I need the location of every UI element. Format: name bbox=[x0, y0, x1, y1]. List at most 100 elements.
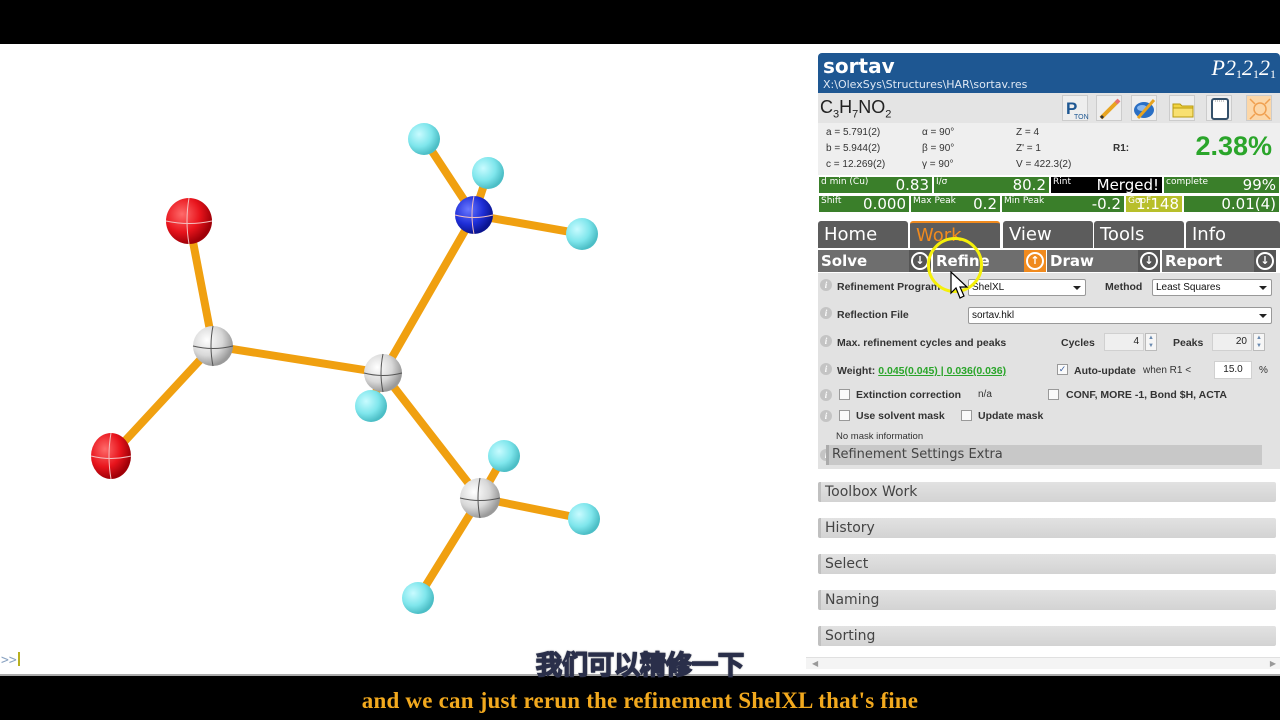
atom-N1[interactable] bbox=[455, 196, 493, 234]
gui-panel: sortav X:\OlexSys\Structures\HAR\sortav.… bbox=[806, 44, 1280, 676]
bond-C1-C2[interactable] bbox=[209, 342, 387, 377]
weight-current-link[interactable]: 0.045(0.045) bbox=[878, 365, 938, 377]
weight-suggested-link[interactable]: 0.036(0.036) bbox=[947, 365, 1007, 377]
peaks-stepper[interactable]: ▲ ▼ bbox=[1253, 333, 1265, 351]
info-icon[interactable]: i bbox=[820, 410, 832, 422]
stat-value: 0.01(4) bbox=[1221, 195, 1276, 213]
chemical-formula: C3H7NO2 bbox=[820, 97, 891, 121]
scroll-right-icon[interactable]: ▶ bbox=[1270, 659, 1276, 668]
stat-i-[interactable]: I/σ 80.2 bbox=[933, 176, 1050, 194]
platon-icon[interactable]: P TON bbox=[1062, 95, 1089, 121]
sg-digit: 2 bbox=[1225, 55, 1236, 80]
tab-tools[interactable]: Tools bbox=[1094, 221, 1184, 248]
stat-label: complete bbox=[1166, 177, 1209, 187]
stat-shift[interactable]: Shift 0.000 bbox=[818, 195, 910, 213]
weight-row: Weight: 0.045(0.045) | 0.036(0.036) bbox=[837, 365, 1006, 377]
toggle-box[interactable]: ↓ bbox=[1138, 250, 1160, 272]
peaks-input[interactable]: 20 bbox=[1212, 333, 1252, 351]
atom-H5[interactable] bbox=[488, 440, 520, 472]
info-icon[interactable]: i bbox=[820, 389, 832, 401]
atom-C1[interactable] bbox=[193, 326, 233, 366]
edit-structure-icon[interactable] bbox=[1131, 95, 1157, 121]
atom-H6[interactable] bbox=[568, 503, 600, 535]
cell-a: a = 5.791(2) bbox=[826, 127, 881, 138]
cell-z: Z = 4 bbox=[1016, 127, 1040, 138]
stat-goof[interactable]: GooF 1.148 bbox=[1125, 195, 1183, 213]
atom-H4[interactable] bbox=[355, 390, 387, 422]
section-draw[interactable]: Draw ↓ bbox=[1047, 250, 1160, 272]
refine-panel: i Refinement Program ShelXL Method Least… bbox=[818, 273, 1280, 469]
cycles-input[interactable]: 4 bbox=[1104, 333, 1144, 351]
atom-H3[interactable] bbox=[566, 218, 598, 250]
folder-icon[interactable] bbox=[1169, 95, 1195, 121]
cell-c: c = 12.269(2) bbox=[826, 159, 886, 170]
section-report[interactable]: Report ↓ bbox=[1162, 250, 1276, 272]
scroll-left-icon[interactable]: ◀ bbox=[812, 659, 818, 668]
cycles-stepper[interactable]: ▲ ▼ bbox=[1145, 333, 1157, 351]
info-icon[interactable]: i bbox=[820, 363, 832, 375]
arrow-up-circle-icon: ↑ bbox=[1026, 252, 1044, 270]
refinement-program-select[interactable]: ShelXL bbox=[968, 279, 1086, 296]
weight-label: Weight: bbox=[837, 365, 876, 377]
info-icon[interactable]: i bbox=[820, 279, 832, 291]
structure-viewer[interactable] bbox=[0, 44, 806, 676]
update-mask-checkbox[interactable] bbox=[961, 410, 972, 421]
fold-history[interactable]: History bbox=[818, 518, 1276, 538]
fold-naming[interactable]: Naming bbox=[818, 590, 1276, 610]
fold-toolbox-work[interactable]: Toolbox Work bbox=[818, 482, 1276, 502]
notepad-icon[interactable] bbox=[1206, 95, 1232, 121]
atom-O1[interactable] bbox=[166, 198, 212, 244]
fit-screen-icon[interactable] bbox=[1246, 95, 1272, 121]
atom-H2[interactable] bbox=[472, 157, 504, 189]
stat-value: 1.148 bbox=[1136, 195, 1179, 213]
bond-C2-N1[interactable] bbox=[379, 211, 478, 377]
chevron-down-icon bbox=[1259, 286, 1267, 290]
cell-parameters: a = 5.791(2) b = 5.944(2) c = 12.269(2) … bbox=[818, 123, 1280, 175]
tab-info[interactable]: Info bbox=[1186, 221, 1280, 248]
conf-checkbox[interactable] bbox=[1048, 389, 1059, 400]
info-icon[interactable]: i bbox=[820, 335, 832, 347]
tab-view[interactable]: View bbox=[1003, 221, 1093, 248]
atom-C3[interactable] bbox=[460, 478, 500, 518]
info-icon[interactable]: i bbox=[820, 307, 832, 319]
bond-O2-C1[interactable] bbox=[107, 342, 217, 460]
stat-max-peak[interactable]: Max Peak 0.2 bbox=[910, 195, 1001, 213]
toggle-box[interactable]: ↑ bbox=[1024, 250, 1046, 272]
subtitle-english: and we can just rerun the refinement She… bbox=[361, 688, 919, 713]
horizontal-scrollbar[interactable]: ◀ ▶ bbox=[806, 657, 1280, 669]
atom-O2[interactable] bbox=[91, 433, 131, 479]
refinement-settings-extra-toggle[interactable]: Refinement Settings Extra bbox=[826, 445, 1262, 465]
reflection-file-select[interactable]: sortav.hkl bbox=[968, 307, 1272, 324]
solvent-mask-checkbox[interactable] bbox=[839, 410, 850, 421]
auto-update-checkbox[interactable]: ✓ bbox=[1057, 364, 1068, 375]
auto-update-threshold-input[interactable]: 15.0 bbox=[1214, 361, 1252, 379]
atom-C2[interactable] bbox=[364, 354, 402, 392]
stat-rint[interactable]: Rint Merged! bbox=[1050, 176, 1163, 194]
extinction-checkbox[interactable] bbox=[839, 389, 850, 400]
stat-label: I/σ bbox=[936, 177, 948, 187]
fold-sorting[interactable]: Sorting bbox=[818, 626, 1276, 646]
bond-C2-C3[interactable] bbox=[379, 369, 484, 502]
chevron-down-icon bbox=[1073, 286, 1081, 290]
atom-H1[interactable] bbox=[408, 123, 440, 155]
stat-d-min-cu-[interactable]: d min (Cu) 0.83 bbox=[818, 176, 933, 194]
stat-complete[interactable]: complete 99% bbox=[1163, 176, 1280, 194]
auto-update-label: Auto-update bbox=[1074, 365, 1136, 377]
fold-select[interactable]: Select bbox=[818, 554, 1276, 574]
stat-value: 80.2 bbox=[1012, 176, 1046, 194]
molecule-canvas[interactable] bbox=[0, 44, 806, 652]
tab-home[interactable]: Home bbox=[818, 221, 908, 248]
pencil-icon[interactable] bbox=[1096, 95, 1122, 121]
formula-element: NO bbox=[858, 97, 886, 117]
structure-header: sortav X:\OlexSys\Structures\HAR\sortav.… bbox=[818, 53, 1280, 93]
section-solve[interactable]: Solve ↓ bbox=[818, 250, 931, 272]
stat-min-peak[interactable]: Min Peak -0.2 bbox=[1001, 195, 1125, 213]
method-select[interactable]: Least Squares bbox=[1152, 279, 1272, 296]
atom-H7[interactable] bbox=[402, 582, 434, 614]
stat-value: 0.83 bbox=[895, 176, 929, 194]
space-group-letter: P bbox=[1211, 55, 1225, 80]
cell-alpha: α = 90° bbox=[922, 127, 955, 138]
stat-esd[interactable]: 0.01(4) bbox=[1183, 195, 1280, 213]
cell-b: b = 5.944(2) bbox=[826, 143, 881, 154]
toggle-box[interactable]: ↓ bbox=[1254, 250, 1276, 272]
